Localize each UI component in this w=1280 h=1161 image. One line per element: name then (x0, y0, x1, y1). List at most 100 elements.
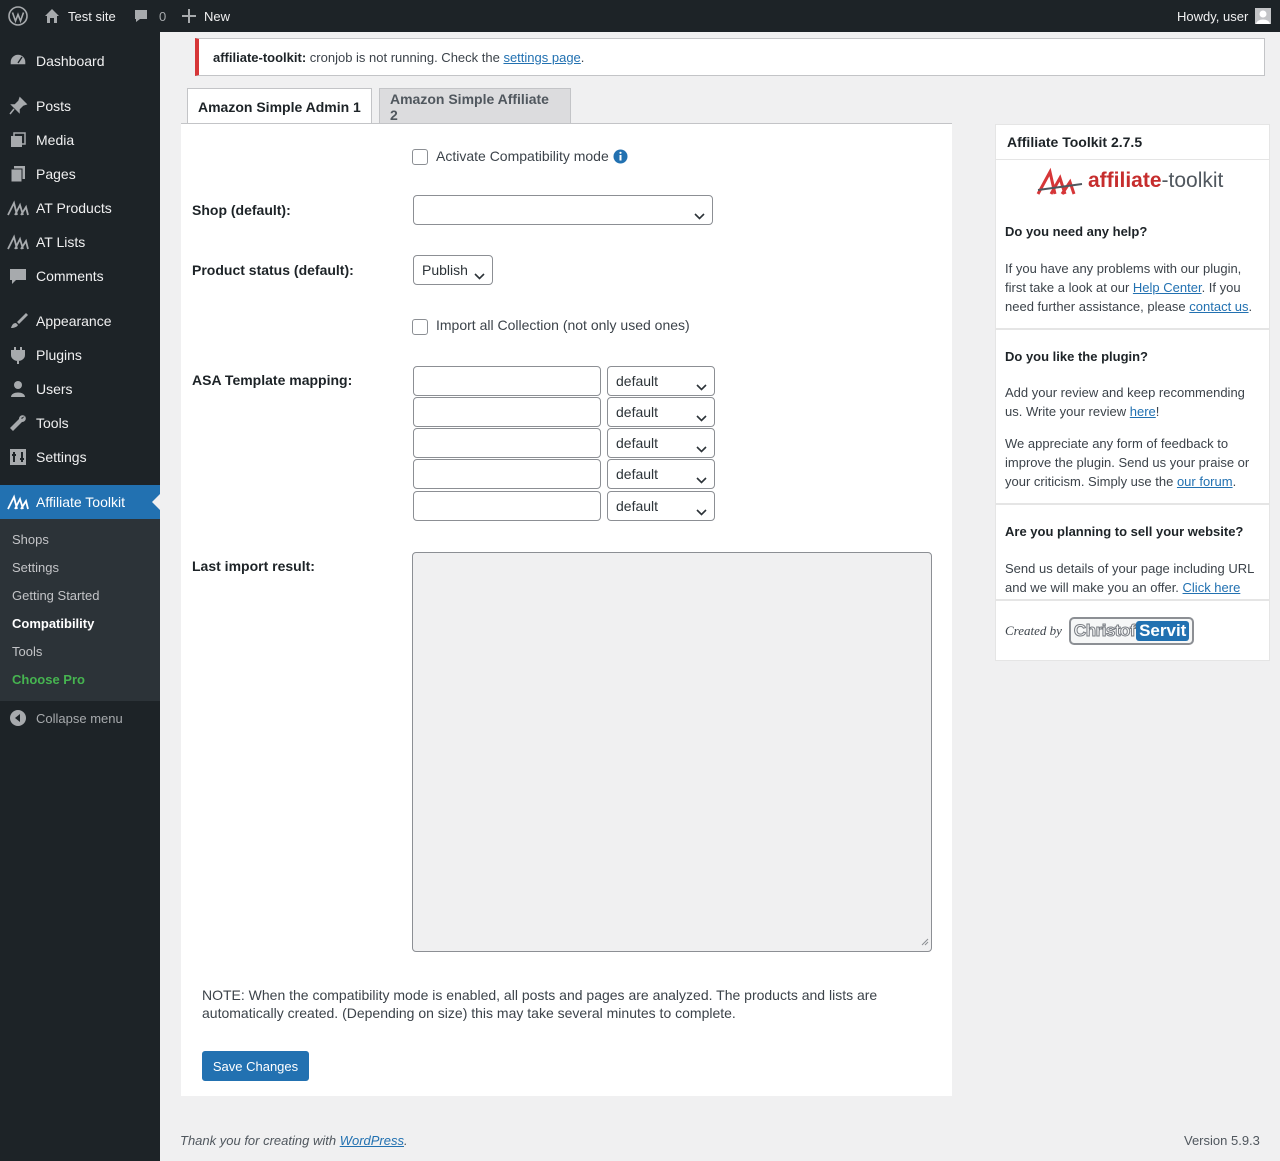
contact-us-link[interactable]: contact us (1189, 299, 1248, 314)
menu-label: AT Lists (36, 234, 86, 250)
template-mapping-select[interactable]: default (607, 428, 715, 458)
product-status-select[interactable]: Publish (413, 255, 493, 285)
chevron-down-icon (696, 440, 707, 456)
menu-affiliate-toolkit[interactable]: Affiliate Toolkit (0, 485, 160, 519)
template-mapping-input[interactable] (413, 366, 601, 396)
submenu-compatibility[interactable]: Compatibility (12, 616, 94, 631)
tab-amazon-simple-admin-1[interactable]: Amazon Simple Admin 1 (187, 88, 372, 125)
template-mapping-input[interactable] (413, 397, 601, 427)
submenu-shops[interactable]: Shops (12, 532, 49, 547)
compatibility-mode-label: Activate Compatibility mode (436, 148, 609, 164)
help-text: If you have any problems with our plugin… (1005, 261, 1253, 314)
divider (996, 503, 1269, 505)
pin-icon (0, 96, 36, 116)
last-import-result-textarea[interactable] (412, 552, 932, 952)
review-here-link[interactable]: here (1130, 404, 1156, 419)
template-mapping-input[interactable] (413, 491, 601, 521)
plugin-icon (0, 345, 36, 365)
settings-panel: Activate Compatibility mode Shop (defaul… (181, 123, 952, 1096)
menu-users[interactable]: Users (0, 372, 160, 406)
last-import-label: Last import result: (192, 558, 315, 574)
menu-tools[interactable]: Tools (0, 406, 160, 440)
shop-select[interactable] (413, 195, 713, 225)
collapse-menu-button[interactable]: Collapse menu (0, 705, 123, 731)
product-status-value: Publish (422, 262, 468, 278)
notice-prefix: affiliate-toolkit: (213, 49, 307, 65)
template-mapping-input[interactable] (413, 459, 601, 489)
settings-page-link[interactable]: settings page (503, 50, 580, 65)
menu-plugins[interactable]: Plugins (0, 338, 160, 372)
product-status-label: Product status (default): (192, 262, 354, 278)
template-mapping-select[interactable]: default (607, 491, 715, 521)
menu-label: AT Products (36, 200, 112, 216)
menu-label: Tools (36, 415, 69, 431)
infobox-title: Affiliate Toolkit 2.7.5 (996, 125, 1269, 160)
admin-bar: Test site 0 New Howdy, user (0, 0, 1280, 32)
menu-dashboard[interactable]: Dashboard (0, 44, 160, 78)
affiliate-toolkit-icon (0, 200, 36, 216)
submenu-settings[interactable]: Settings (12, 560, 59, 575)
pages-icon (0, 164, 36, 184)
brand-b: Servit (1136, 621, 1190, 641)
new-content-link[interactable]: New (182, 0, 230, 32)
template-mapping-select-value: default (616, 466, 659, 482)
template-mapping-select[interactable]: default (607, 459, 715, 489)
our-forum-link[interactable]: our forum (1177, 474, 1233, 489)
menu-label: Plugins (36, 347, 82, 363)
template-mapping-input[interactable] (413, 428, 601, 458)
wordpress-link[interactable]: WordPress (340, 1133, 404, 1148)
menu-media[interactable]: Media (0, 123, 160, 157)
brush-icon (0, 311, 36, 331)
submenu-tools[interactable]: Tools (12, 644, 42, 659)
wrench-icon (0, 413, 36, 433)
chevron-down-icon (474, 267, 485, 283)
settings-icon (0, 447, 36, 467)
info-icon[interactable] (613, 149, 628, 164)
menu-label: Appearance (36, 313, 112, 329)
affiliate-toolkit-icon (0, 494, 36, 510)
my-account-link[interactable]: Howdy, user (1177, 0, 1272, 32)
template-mapping-select[interactable]: default (607, 397, 715, 427)
menu-at-products[interactable]: AT Products (0, 191, 160, 225)
chevron-down-icon (696, 471, 707, 487)
logo-text-b: -toolkit (1161, 169, 1224, 192)
collapse-label: Collapse menu (36, 710, 123, 726)
notice-suffix: . (580, 49, 585, 65)
wordpress-logo-icon[interactable] (8, 0, 28, 32)
compatibility-note: NOTE: When the compatibility mode is ena… (202, 987, 878, 1021)
collapse-icon (0, 709, 36, 727)
logo-text-a: affiliate (1088, 169, 1162, 192)
christof-servit-logo[interactable]: Christof Servit (1068, 617, 1195, 645)
import-all-checkbox[interactable] (412, 319, 428, 335)
template-mapping-select[interactable]: default (607, 366, 715, 396)
sell-text: Send us details of your page including U… (1005, 561, 1254, 595)
submenu-choose-pro[interactable]: Choose Pro (12, 672, 85, 687)
menu-posts[interactable]: Posts (0, 89, 160, 123)
resize-handle-icon[interactable] (921, 934, 929, 949)
menu-pages[interactable]: Pages (0, 157, 160, 191)
site-name-link[interactable]: Test site (44, 0, 116, 32)
import-all-label: Import all Collection (not only used one… (436, 317, 690, 333)
tab-amazon-simple-affiliate-2[interactable]: Amazon Simple Affiliate 2 (379, 88, 571, 124)
menu-appearance[interactable]: Appearance (0, 304, 160, 338)
template-mapping-label: ASA Template mapping: (192, 372, 353, 388)
menu-settings[interactable]: Settings (0, 440, 160, 474)
chevron-down-icon (694, 207, 705, 223)
submenu-getting-started[interactable]: Getting Started (12, 588, 99, 603)
menu-at-lists[interactable]: AT Lists (0, 225, 160, 259)
comment-icon (133, 8, 149, 24)
menu-label: Pages (36, 166, 76, 182)
comments-link[interactable]: 0 (133, 0, 166, 32)
home-icon (44, 8, 60, 24)
click-here-link[interactable]: Click here (1183, 580, 1241, 595)
sell-heading: Are you planning to sell your website? (1005, 524, 1244, 539)
compatibility-mode-checkbox[interactable] (412, 149, 428, 165)
affiliate-toolkit-logo: affiliate -toolkit (1036, 165, 1236, 197)
template-mapping-select-value: default (616, 404, 659, 420)
shop-label: Shop (default): (192, 202, 291, 218)
help-center-link[interactable]: Help Center (1133, 280, 1202, 295)
menu-label: Dashboard (36, 53, 105, 69)
menu-comments[interactable]: Comments (0, 259, 160, 293)
comment-icon (0, 266, 36, 286)
save-changes-button[interactable]: Save Changes (202, 1051, 309, 1081)
